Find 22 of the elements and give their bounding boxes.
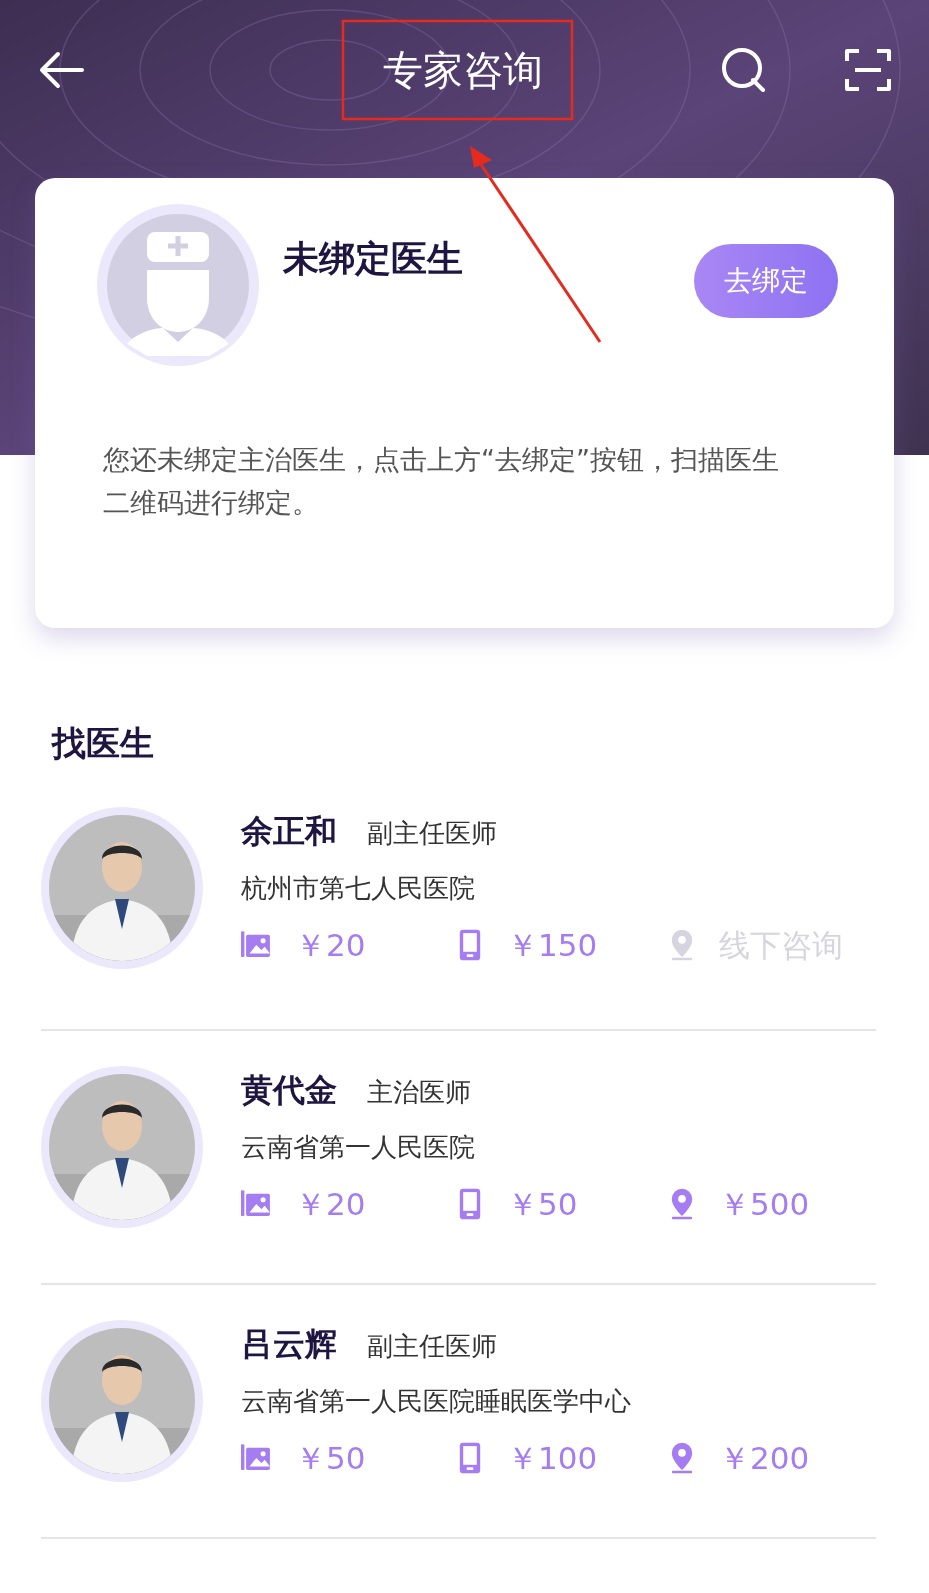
hospital-name: 云南省第一人民医院 <box>241 1131 476 1164</box>
section-title: 找医生 <box>52 722 155 765</box>
doctor-title: 主治医师 <box>367 1076 471 1109</box>
card-title: 未绑定医生 <box>283 237 463 281</box>
hospital-name: 云南省第一人民医院睡眠医学中心 <box>241 1385 632 1418</box>
service-price: ￥100 <box>507 1439 598 1478</box>
service-price: ￥50 <box>507 1185 578 1224</box>
service-price: ￥20 <box>295 1185 366 1224</box>
doctor-name: 余正和 <box>241 811 337 852</box>
doctor-name: 吕云辉 <box>241 1324 337 1365</box>
page-title: 专家咨询 <box>382 47 543 93</box>
bind-button[interactable]: 去绑定 <box>694 244 838 318</box>
service-price: ￥150 <box>507 926 598 965</box>
hospital-name: 杭州市第七人民医院 <box>241 872 476 905</box>
doctor-name: 黄代金 <box>241 1070 337 1111</box>
service-price: ￥50 <box>295 1439 366 1478</box>
binding-description: 您还未绑定主治医生，点击上方“去绑定”按钮，扫描医生二维码进行绑定。 <box>103 443 780 521</box>
doctor-title: 副主任医师 <box>367 817 497 850</box>
service-price: ￥20 <box>295 926 366 965</box>
service-price: ￥200 <box>719 1439 810 1478</box>
doctor-title: 副主任医师 <box>367 1330 497 1363</box>
service-price: ￥500 <box>719 1185 810 1224</box>
